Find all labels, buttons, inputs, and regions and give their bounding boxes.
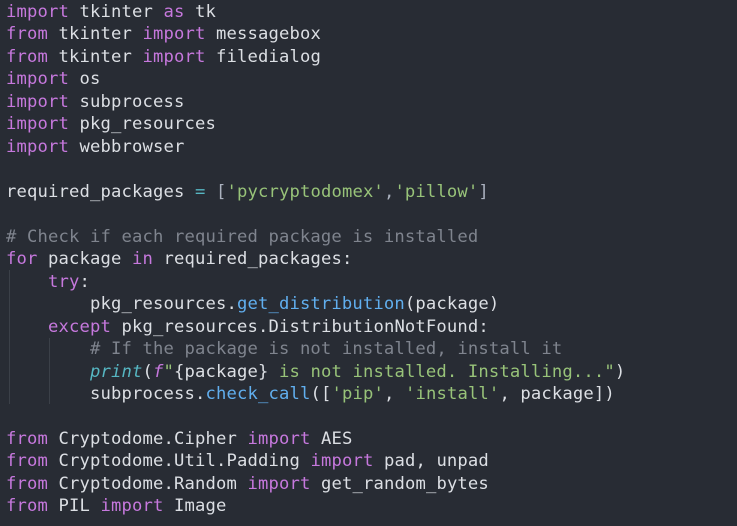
code-token: os	[69, 69, 101, 89]
code-token: from	[6, 429, 48, 449]
code-token: for	[6, 249, 38, 269]
code-token: from	[6, 47, 48, 67]
code-token: import	[6, 2, 69, 22]
code-token: get_distribution	[236, 294, 405, 314]
code-token: 'pycryptodomex'	[226, 182, 384, 202]
code-token: try	[48, 272, 80, 292]
code-token: import	[247, 429, 311, 449]
code-token: 'pillow'	[394, 182, 479, 202]
code-line[interactable]: required_packages = ['pycryptodomex','pi…	[6, 181, 489, 203]
code-line[interactable]: import subprocess	[6, 91, 184, 113]
code-token: # If the package is not installed, insta…	[89, 339, 563, 359]
code-token: webbrowser	[69, 137, 185, 157]
code-editor[interactable]: import tkinter as tk from tkinter import …	[0, 0, 737, 526]
code-token: Cryptodome.Util.Padding	[48, 451, 311, 471]
code-line[interactable]: except pkg_resources.DistributionNotFoun…	[6, 316, 489, 338]
code-token: tkinter	[48, 24, 143, 44]
code-token: (package)	[404, 294, 500, 314]
code-token: print	[89, 362, 143, 382]
code-token: is not installed. Installing..."	[268, 362, 615, 382]
code-token: import	[6, 92, 69, 112]
code-line[interactable]: # Check if each required package is inst…	[6, 226, 478, 248]
code-line[interactable]: try:	[6, 271, 90, 293]
code-token: ,	[383, 182, 395, 202]
code-token: from	[6, 24, 48, 44]
code-line[interactable]: import pkg_resources	[6, 113, 216, 135]
code-token: ]	[478, 182, 489, 202]
code-token: pkg_resources.DistributionNotFound:	[111, 317, 489, 337]
code-token: 'pip'	[331, 384, 384, 404]
code-line[interactable]: import os	[6, 68, 101, 90]
code-token: from	[6, 451, 48, 471]
code-line[interactable]: import tkinter as tk	[6, 1, 216, 23]
code-token: )	[614, 362, 626, 382]
code-token: Image	[163, 496, 227, 516]
code-token: (	[142, 362, 153, 382]
code-token: Cryptodome.Random	[48, 474, 248, 494]
code-token: subprocess.	[6, 384, 206, 404]
code-line[interactable]: # If the package is not installed, insta…	[6, 338, 562, 360]
code-token: check_call	[205, 384, 311, 404]
code-token: package	[37, 249, 132, 269]
code-line[interactable]: for package in required_packages:	[6, 248, 352, 270]
code-token: import	[310, 451, 374, 471]
code-token: except	[48, 317, 111, 337]
code-token: filedialog	[205, 47, 321, 67]
code-line[interactable]: pkg_resources.get_distribution(package)	[6, 293, 499, 315]
code-token: pkg_resources.	[6, 294, 237, 314]
code-token: :	[79, 272, 90, 292]
code-token: [	[215, 182, 227, 202]
code-line[interactable]: from Cryptodome.Cipher import AES	[6, 428, 352, 450]
code-token: ,	[383, 384, 405, 404]
code-line[interactable]: subprocess.check_call(['pip', 'install',…	[6, 383, 615, 405]
code-line[interactable]: from Cryptodome.Random import get_random…	[6, 473, 489, 495]
code-token: as	[163, 2, 185, 22]
code-token: tk	[184, 2, 216, 22]
code-token: import	[142, 24, 206, 44]
code-token: , package])	[499, 384, 615, 404]
code-token: tkinter	[69, 2, 164, 22]
code-token: import	[142, 47, 206, 67]
code-token: PIL	[48, 496, 101, 516]
code-line[interactable]: from Cryptodome.Util.Padding import pad,…	[6, 450, 489, 472]
code-token: import	[247, 474, 311, 494]
code-token: in	[131, 249, 153, 269]
code-token: 'install'	[404, 384, 500, 404]
code-token: from	[6, 474, 48, 494]
code-token: required_packages	[6, 182, 185, 202]
code-token: pkg_resources	[69, 114, 216, 134]
code-line[interactable]: from tkinter import filedialog	[6, 46, 321, 68]
code-line[interactable]: from PIL import Image	[6, 495, 227, 517]
code-token: tkinter	[48, 47, 143, 67]
code-token: {package}	[173, 362, 269, 382]
code-line[interactable]: import webbrowser	[6, 136, 184, 158]
code-token: ([	[310, 384, 332, 404]
code-token: "	[163, 362, 174, 382]
code-token: import	[100, 496, 164, 516]
code-token: subprocess	[69, 92, 185, 112]
code-token: import	[6, 137, 69, 157]
code-line[interactable]: from tkinter import messagebox	[6, 23, 321, 45]
code-token: from	[6, 496, 48, 516]
code-line[interactable]: print(f"{package} is not installed. Inst…	[6, 361, 625, 383]
code-token: get_random_bytes	[310, 474, 489, 494]
code-token: f	[152, 362, 164, 382]
code-token: # Check if each required package is inst…	[6, 227, 479, 247]
code-token: import	[6, 69, 69, 89]
code-token: Cryptodome.Cipher	[48, 429, 248, 449]
code-token: pad, unpad	[373, 451, 489, 471]
code-token: AES	[310, 429, 353, 449]
code-token: =	[184, 182, 216, 202]
code-token: required_packages:	[152, 249, 353, 269]
code-token: messagebox	[205, 24, 321, 44]
code-token: import	[6, 114, 69, 134]
